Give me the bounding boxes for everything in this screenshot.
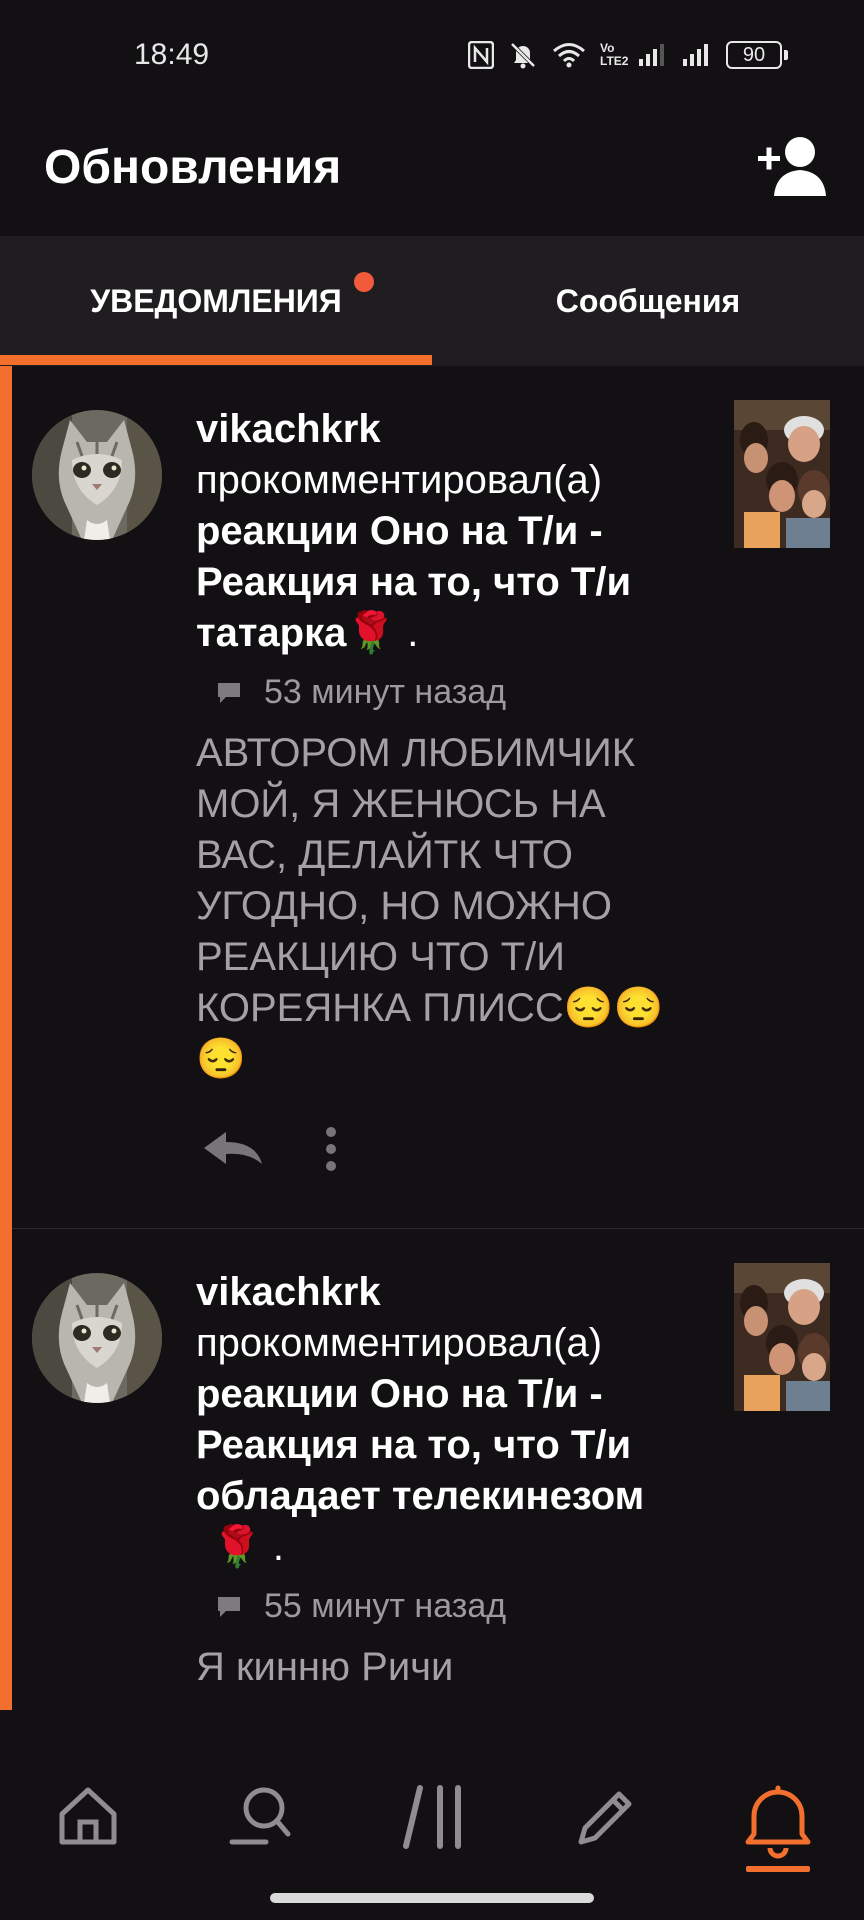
- post-thumbnail[interactable]: [734, 400, 830, 548]
- more-options-button[interactable]: [324, 1126, 338, 1177]
- status-time: 18:49: [134, 38, 210, 71]
- action-text: прокомментировал(а): [196, 458, 603, 502]
- notification-actions: [202, 1126, 338, 1177]
- avatar[interactable]: [32, 410, 162, 540]
- post-title-line: татарка: [196, 611, 347, 655]
- post-title-link[interactable]: реакции Оно на Т/и - Реакция на то, что …: [196, 1369, 696, 1573]
- add-friend-button[interactable]: [754, 128, 834, 208]
- nav-notifications[interactable]: [728, 1784, 828, 1884]
- wifi-icon: [553, 43, 585, 68]
- mute-icon: [510, 42, 536, 69]
- nfc-icon: [468, 41, 494, 69]
- reply-icon: [204, 1132, 262, 1164]
- page-title: Обновления: [44, 141, 342, 194]
- bottom-navigation: [0, 1710, 864, 1920]
- post-title-line: Реакция на то, что Т/и: [196, 1423, 632, 1467]
- pencil-icon: [578, 1791, 632, 1845]
- home-icon: [59, 1787, 117, 1845]
- comment-text: АВТОРОМ ЛЮБИМЧИК МОЙ, Я ЖЕНЮСЬ НА ВАС, Д…: [196, 731, 664, 1081]
- notification-item[interactable]: vikachkrk прокомментировал(а) реакции Он…: [12, 366, 864, 1229]
- post-title-line: обладает телекинезом: [196, 1474, 645, 1518]
- volte-icon: Vo LTE2: [600, 41, 629, 68]
- nav-library[interactable]: [385, 1784, 485, 1884]
- battery-icon: 90: [726, 41, 788, 69]
- tab-notifications[interactable]: УВЕДОМЛЕНИЯ: [0, 236, 432, 366]
- signal-icon: [639, 44, 664, 66]
- comment-text: Я кинню Ричи: [196, 1645, 454, 1689]
- timestamp: 53 минут назад: [264, 673, 507, 711]
- comment-icon: [218, 682, 240, 703]
- notification-item[interactable]: vikachkrk прокомментировал(а) реакции Он…: [12, 1229, 864, 1709]
- post-title-line: реакции Оно на Т/и -: [196, 1372, 603, 1416]
- post-title-line: реакции Оно на Т/и -: [196, 509, 603, 553]
- notification-meta: 55 минут назад: [216, 1587, 696, 1626]
- post-title-line: Реакция на то, что Т/и: [196, 560, 632, 604]
- notification-meta: 53 минут назад: [216, 673, 696, 712]
- active-tab-indicator: [0, 355, 432, 365]
- username[interactable]: vikachkrk: [196, 404, 696, 455]
- reply-button[interactable]: [202, 1130, 264, 1173]
- avatar[interactable]: [32, 1273, 162, 1403]
- battery-level: 90: [726, 41, 782, 69]
- notifications-feed[interactable]: vikachkrk прокомментировал(а) реакции Он…: [0, 366, 864, 1710]
- tab-bar: УВЕДОМЛЕНИЯ Сообщения: [0, 236, 864, 366]
- post-title-tail: 🌹 .: [212, 1525, 285, 1569]
- home-indicator[interactable]: [270, 1893, 594, 1903]
- tab-notifications-label: УВЕДОМЛЕНИЯ: [90, 282, 342, 319]
- notification-body: vikachkrk прокомментировал(а) реакции Он…: [196, 1267, 696, 1693]
- unread-dot: [354, 272, 374, 292]
- tab-messages-label: Сообщения: [555, 282, 741, 319]
- signal-icon: [683, 44, 708, 66]
- nav-search[interactable]: [212, 1784, 312, 1884]
- comment-icon: [218, 1596, 240, 1617]
- post-title-tail: 🌹 .: [346, 611, 419, 655]
- post-title-link[interactable]: реакции Оно на Т/и - Реакция на то, что …: [196, 506, 696, 659]
- search-icon: [229, 1787, 291, 1845]
- more-vertical-icon: [326, 1127, 336, 1171]
- username[interactable]: vikachkrk: [196, 1267, 696, 1318]
- app-header: Обновления: [0, 110, 864, 236]
- status-bar: 18:49 Vo LTE2 90: [0, 0, 864, 110]
- library-icon: [403, 1785, 461, 1849]
- action-text: прокомментировал(а): [196, 1321, 603, 1365]
- tab-messages[interactable]: Сообщения: [432, 236, 864, 366]
- bell-icon: [745, 1785, 811, 1872]
- notification-body: vikachkrk прокомментировал(а) реакции Он…: [196, 404, 696, 1085]
- unread-stripe: [0, 366, 12, 1710]
- status-icons: Vo LTE2 90: [468, 40, 788, 70]
- post-thumbnail[interactable]: [734, 1263, 830, 1411]
- nav-home[interactable]: [38, 1784, 138, 1884]
- nav-write[interactable]: [556, 1784, 656, 1884]
- add-user-icon: [758, 137, 826, 196]
- timestamp: 55 минут назад: [264, 1587, 507, 1625]
